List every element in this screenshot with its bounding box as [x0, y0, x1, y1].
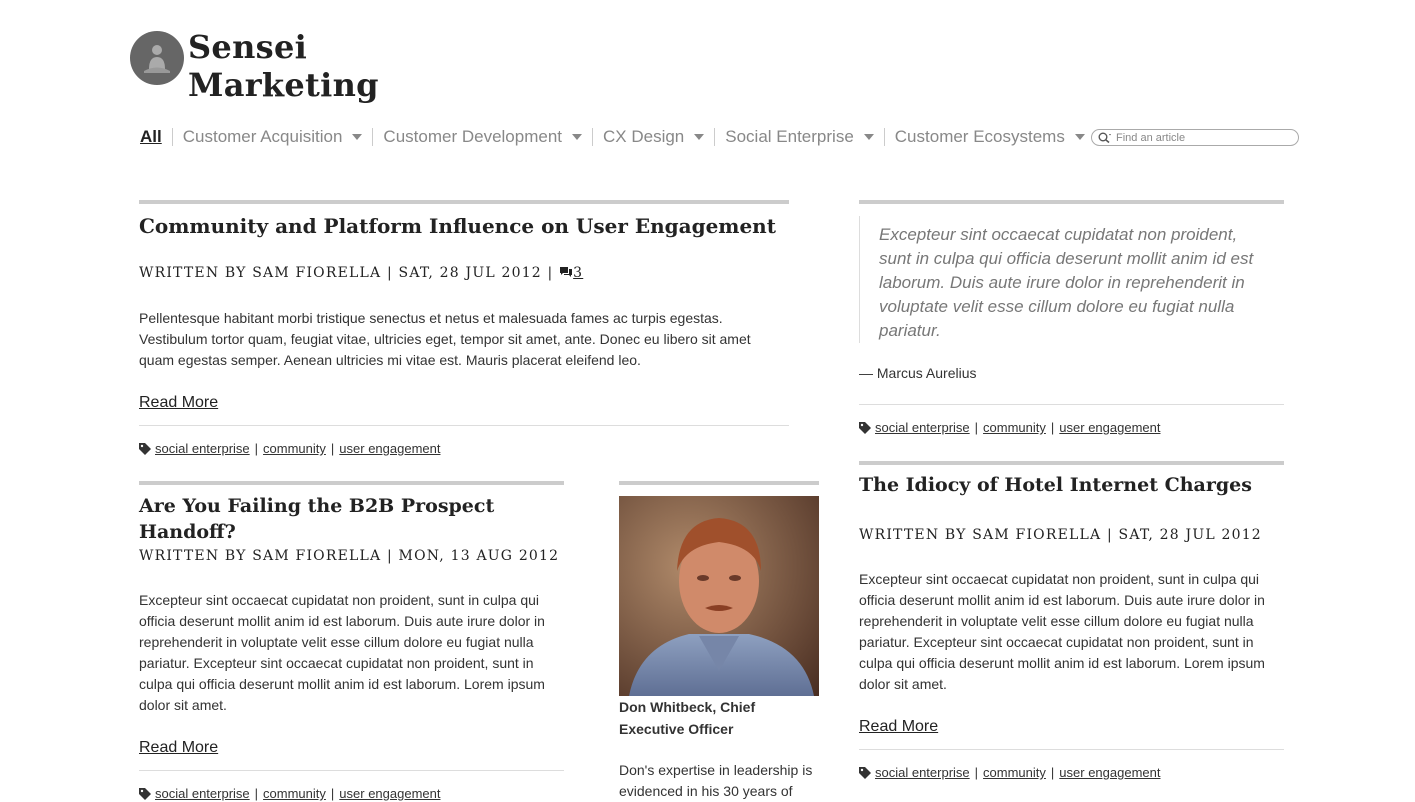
article-divider [859, 461, 1284, 465]
brand-line-1: Sensei [188, 28, 308, 66]
comment-icon [560, 267, 573, 277]
tag-link[interactable]: social enterprise [155, 441, 250, 456]
profile-divider [619, 481, 819, 485]
tag-link[interactable]: user engagement [1059, 420, 1160, 435]
tag-separator: | [330, 786, 335, 801]
quote-divider [859, 200, 1284, 204]
tag-icon [139, 442, 151, 455]
divider [139, 770, 564, 771]
nav-item-label: Customer Ecosystems [894, 127, 1065, 146]
quote-border [859, 216, 860, 343]
chevron-down-icon[interactable] [863, 134, 874, 140]
tag-list: social enterprise | community | user engag… [859, 765, 1160, 780]
tag-link[interactable]: social enterprise [875, 765, 970, 780]
tag-list: social enterprise | community | user engag… [859, 420, 1160, 435]
read-more-link[interactable]: Read More [859, 718, 938, 736]
comments-link[interactable]: 3 [559, 265, 583, 281]
article-byline: Written by Sam Fiorella | Mon, 13 Aug 20… [139, 548, 560, 564]
tag-link[interactable]: social enterprise [155, 786, 250, 801]
read-more-link[interactable]: Read More [139, 739, 218, 757]
nav-item-label: All [140, 127, 162, 146]
chevron-down-icon[interactable] [694, 134, 705, 140]
nav-item-label: Customer Acquisition [182, 127, 343, 146]
article-excerpt: Excepteur sint occaecat cupidatat non pr… [139, 592, 545, 713]
nav-item-label: Customer Development [383, 127, 562, 146]
brand-line-2: Marketing [188, 66, 379, 104]
nav-item-all[interactable]: All [140, 127, 172, 146]
tag-separator: | [330, 441, 335, 456]
tag-link[interactable]: user engagement [1059, 765, 1160, 780]
nav-item-social-enterprise[interactable]: Social Enterprise [714, 127, 884, 146]
tag-separator: | [254, 441, 259, 456]
article-title[interactable]: Community and Platform Influence on User… [139, 213, 789, 239]
tag-link[interactable]: community [263, 441, 326, 456]
nav-item-customer-acquisition[interactable]: Customer Acquisition [171, 127, 373, 146]
quote-text: Excepteur sint occaecat cupidatat non pr… [879, 225, 1254, 340]
article-divider [139, 200, 789, 204]
chevron-down-icon[interactable] [352, 134, 363, 140]
article-divider [139, 481, 564, 485]
tag-icon [139, 787, 151, 800]
tag-separator: | [1050, 420, 1055, 435]
divider [139, 425, 789, 426]
search-icon [1098, 132, 1111, 143]
tag-icon [859, 766, 871, 779]
search-box[interactable] [1091, 129, 1299, 146]
profile-bio: Don's expertise in leadership is evidenc… [619, 762, 813, 799]
byline-text: Written by Sam Fiorella | Sat, 28 Jul 20… [139, 265, 554, 281]
tag-link[interactable]: user engagement [339, 786, 440, 801]
tag-separator: | [974, 765, 979, 780]
tag-separator: | [974, 420, 979, 435]
comment-count: 3 [573, 265, 584, 281]
divider [859, 749, 1284, 750]
tag-separator: | [254, 786, 259, 801]
profile-caption: Don Whitbeck, Chief Executive Officer [619, 699, 756, 737]
brand-title[interactable]: Sensei Marketing [188, 28, 379, 104]
article-title[interactable]: Are You Failing the B2B Prospect Handoff… [139, 493, 564, 545]
chevron-down-icon[interactable] [1074, 134, 1085, 140]
tag-list: social enterprise | community | user engag… [139, 441, 440, 456]
profile-photo[interactable] [619, 496, 819, 696]
search-input[interactable] [1112, 131, 1296, 144]
article-byline: Written by Sam Fiorella | Sat, 28 Jul 20… [139, 265, 583, 281]
article-title[interactable]: The Idiocy of Hotel Internet Charges [859, 472, 1284, 498]
article-excerpt: Excepteur sint occaecat cupidatat non pr… [859, 571, 1265, 692]
nav-item-customer-ecosystems[interactable]: Customer Ecosystems [883, 127, 1095, 146]
nav-item-label: CX Design [603, 127, 685, 146]
nav-item-label: Social Enterprise [725, 127, 854, 146]
tag-link[interactable]: community [983, 420, 1046, 435]
nav-item-customer-development[interactable]: Customer Development [372, 127, 592, 146]
quote-author: — Marcus Aurelius [859, 365, 977, 381]
divider [859, 404, 1284, 405]
tag-link[interactable]: community [983, 765, 1046, 780]
tag-link[interactable]: community [263, 786, 326, 801]
article-byline: Written by Sam Fiorella | Sat, 28 Jul 20… [859, 527, 1262, 543]
tag-separator: | [1050, 765, 1055, 780]
category-nav: All Customer Acquisition Customer Develo… [140, 124, 1095, 150]
tag-list: social enterprise | community | user engag… [139, 786, 440, 801]
tag-link[interactable]: social enterprise [875, 420, 970, 435]
tag-icon [859, 421, 871, 434]
chevron-down-icon[interactable] [572, 134, 582, 140]
article-excerpt: Pellentesque habitant morbi tristique se… [139, 310, 751, 368]
nav-item-cx-design[interactable]: CX Design [592, 127, 714, 146]
read-more-link[interactable]: Read More [139, 394, 218, 412]
logo-icon[interactable] [130, 31, 184, 85]
tag-link[interactable]: user engagement [339, 441, 440, 456]
